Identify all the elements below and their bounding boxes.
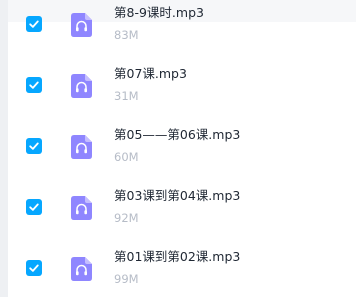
file-size: 92M bbox=[114, 211, 139, 225]
audio-file-icon bbox=[71, 13, 92, 37]
file-size: 60M bbox=[114, 150, 139, 164]
file-name[interactable]: 第01课到第02课.mp3 bbox=[114, 248, 240, 266]
list-item[interactable]: 第05——第06课.mp3 60M bbox=[0, 110, 356, 171]
checkmark-icon bbox=[29, 264, 39, 272]
audio-file-icon bbox=[71, 135, 92, 159]
file-size: 31M bbox=[114, 89, 139, 103]
audio-file-icon bbox=[71, 196, 92, 220]
file-name[interactable]: 第05——第06课.mp3 bbox=[114, 126, 240, 144]
file-size: 83M bbox=[114, 28, 139, 42]
checkmark-icon bbox=[29, 81, 39, 89]
audio-file-icon bbox=[71, 74, 92, 98]
file-name[interactable]: 第07课.mp3 bbox=[114, 65, 187, 83]
file-name[interactable]: 第03课到第04课.mp3 bbox=[114, 187, 240, 205]
checkbox-checked-icon[interactable] bbox=[26, 16, 42, 32]
file-list: 第8-9课时.mp3 83M 第07课.mp3 31M 第05——第06课.mp… bbox=[0, 0, 356, 293]
checkbox-checked-icon[interactable] bbox=[26, 77, 42, 93]
list-item[interactable]: 第8-9课时.mp3 83M bbox=[0, 0, 356, 49]
list-item[interactable]: 第01课到第02课.mp3 99M bbox=[0, 232, 356, 293]
file-size: 99M bbox=[114, 272, 139, 286]
checkbox-checked-icon[interactable] bbox=[26, 199, 42, 215]
list-item[interactable]: 第03课到第04课.mp3 92M bbox=[0, 171, 356, 232]
audio-file-icon bbox=[71, 257, 92, 281]
list-item[interactable]: 第07课.mp3 31M bbox=[0, 49, 356, 110]
checkbox-checked-icon[interactable] bbox=[26, 138, 42, 154]
file-name[interactable]: 第8-9课时.mp3 bbox=[114, 4, 204, 22]
checkbox-checked-icon[interactable] bbox=[26, 260, 42, 276]
checkmark-icon bbox=[29, 20, 39, 28]
checkmark-icon bbox=[29, 142, 39, 150]
checkmark-icon bbox=[29, 203, 39, 211]
